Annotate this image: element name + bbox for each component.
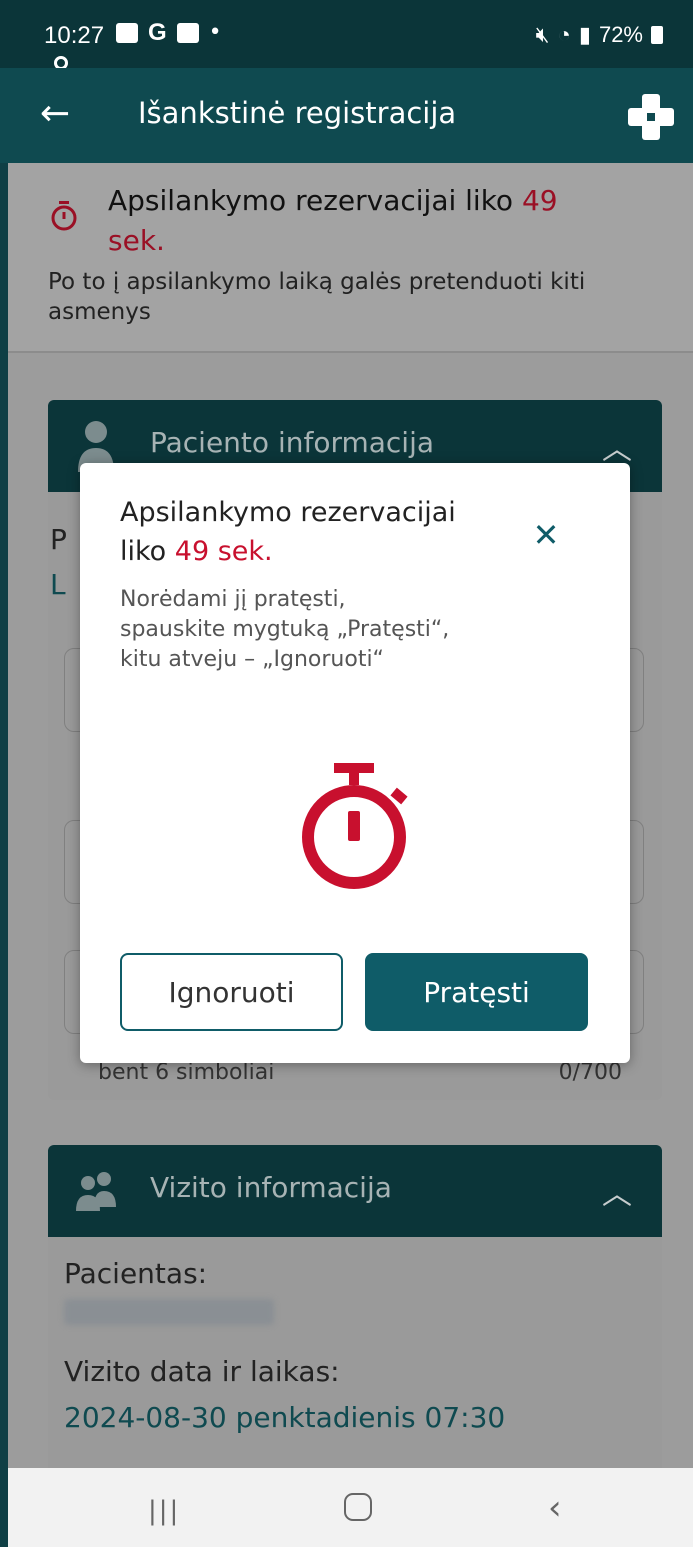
stopwatch-icon [302, 763, 408, 889]
battery-percent: 72% [598, 22, 643, 47]
consultation-icon [76, 1172, 116, 1211]
chevron-up-icon[interactable]: ︿ [602, 424, 632, 468]
dialog-title: Apsilankymo rezervacijai liko 49 sek. [120, 497, 456, 567]
dialog-body: Norėdami jį pratęsti, spauskite mygtuką … [120, 587, 450, 672]
google-notification-icon: G [148, 19, 167, 46]
extend-button[interactable]: Pratęsti [365, 953, 588, 1031]
visit-info-header[interactable]: Vizito informacija ︿ [48, 1145, 662, 1237]
patient-label: Pacientas: [64, 1257, 208, 1290]
back-arrow-icon[interactable]: ← [40, 94, 70, 134]
recent-apps-icon[interactable]: ||| [148, 1496, 180, 1526]
dialog-seconds: 49 sek. [174, 536, 273, 567]
mute-icon: 🔇︎ [535, 22, 550, 47]
patient-name-redacted [64, 1299, 274, 1325]
patient-label-partial: P [50, 523, 67, 556]
more-notifications-icon: • [208, 20, 222, 45]
char-counter: 0/700 [558, 1060, 622, 1085]
banner-subtitle: Po to į apsilankymo laiką galės pretendu… [48, 269, 586, 325]
banner-seconds: 49 [521, 184, 558, 217]
reservation-timer-banner: Apsilankymo rezervacijai liko 49 sek. Po … [8, 163, 693, 353]
status-bar: 10:27 G • 🔇︎ ◔ ▮ 72% [0, 0, 693, 70]
medical-cross-icon [628, 94, 674, 140]
visit-info-card: Vizito informacija ︿ Pacientas: Vizito d… [48, 1145, 662, 1468]
gallery-notification-icon [116, 23, 138, 43]
visit-datetime-label: Vizito data ir laikas: [64, 1355, 340, 1388]
page-title: Išankstinė registracija [138, 96, 457, 130]
ignore-button[interactable]: Ignoruoti [120, 953, 343, 1031]
status-time: 10:27 [44, 22, 105, 49]
close-icon[interactable]: ✕ [530, 519, 562, 551]
mail-notification-icon [176, 23, 199, 43]
visit-datetime-value: 2024-08-30 penktadienis 07:30 [64, 1401, 506, 1434]
back-icon[interactable]: ‹ [548, 1488, 562, 1528]
wifi-icon: ◔ [557, 22, 571, 47]
stopwatch-icon [51, 201, 77, 231]
signal-icon: ▮ [578, 22, 591, 47]
reservation-timer-dialog: Apsilankymo rezervacijai liko 49 sek. ✕ … [80, 463, 630, 1063]
system-nav-bar: ||| ‹ [8, 1468, 693, 1547]
system-status-icons: 🔇︎ ◔ ▮ 72% [536, 22, 663, 48]
banner-title: Apsilankymo rezervacijai liko 49 sek. [108, 184, 558, 257]
chevron-up-icon[interactable]: ︿ [602, 1169, 632, 1213]
visit-info-title: Vizito informacija [150, 1171, 392, 1204]
home-icon[interactable] [344, 1493, 372, 1521]
char-hint: bent 6 simboliai [98, 1060, 275, 1085]
banner-unit: sek. [108, 224, 165, 257]
app-bar: ← Išankstinė registracija [0, 68, 693, 163]
patient-link-partial: L [50, 568, 66, 601]
notification-icons: G • [116, 19, 222, 46]
battery-icon [651, 26, 663, 44]
patient-info-title: Paciento informacija [150, 426, 435, 459]
